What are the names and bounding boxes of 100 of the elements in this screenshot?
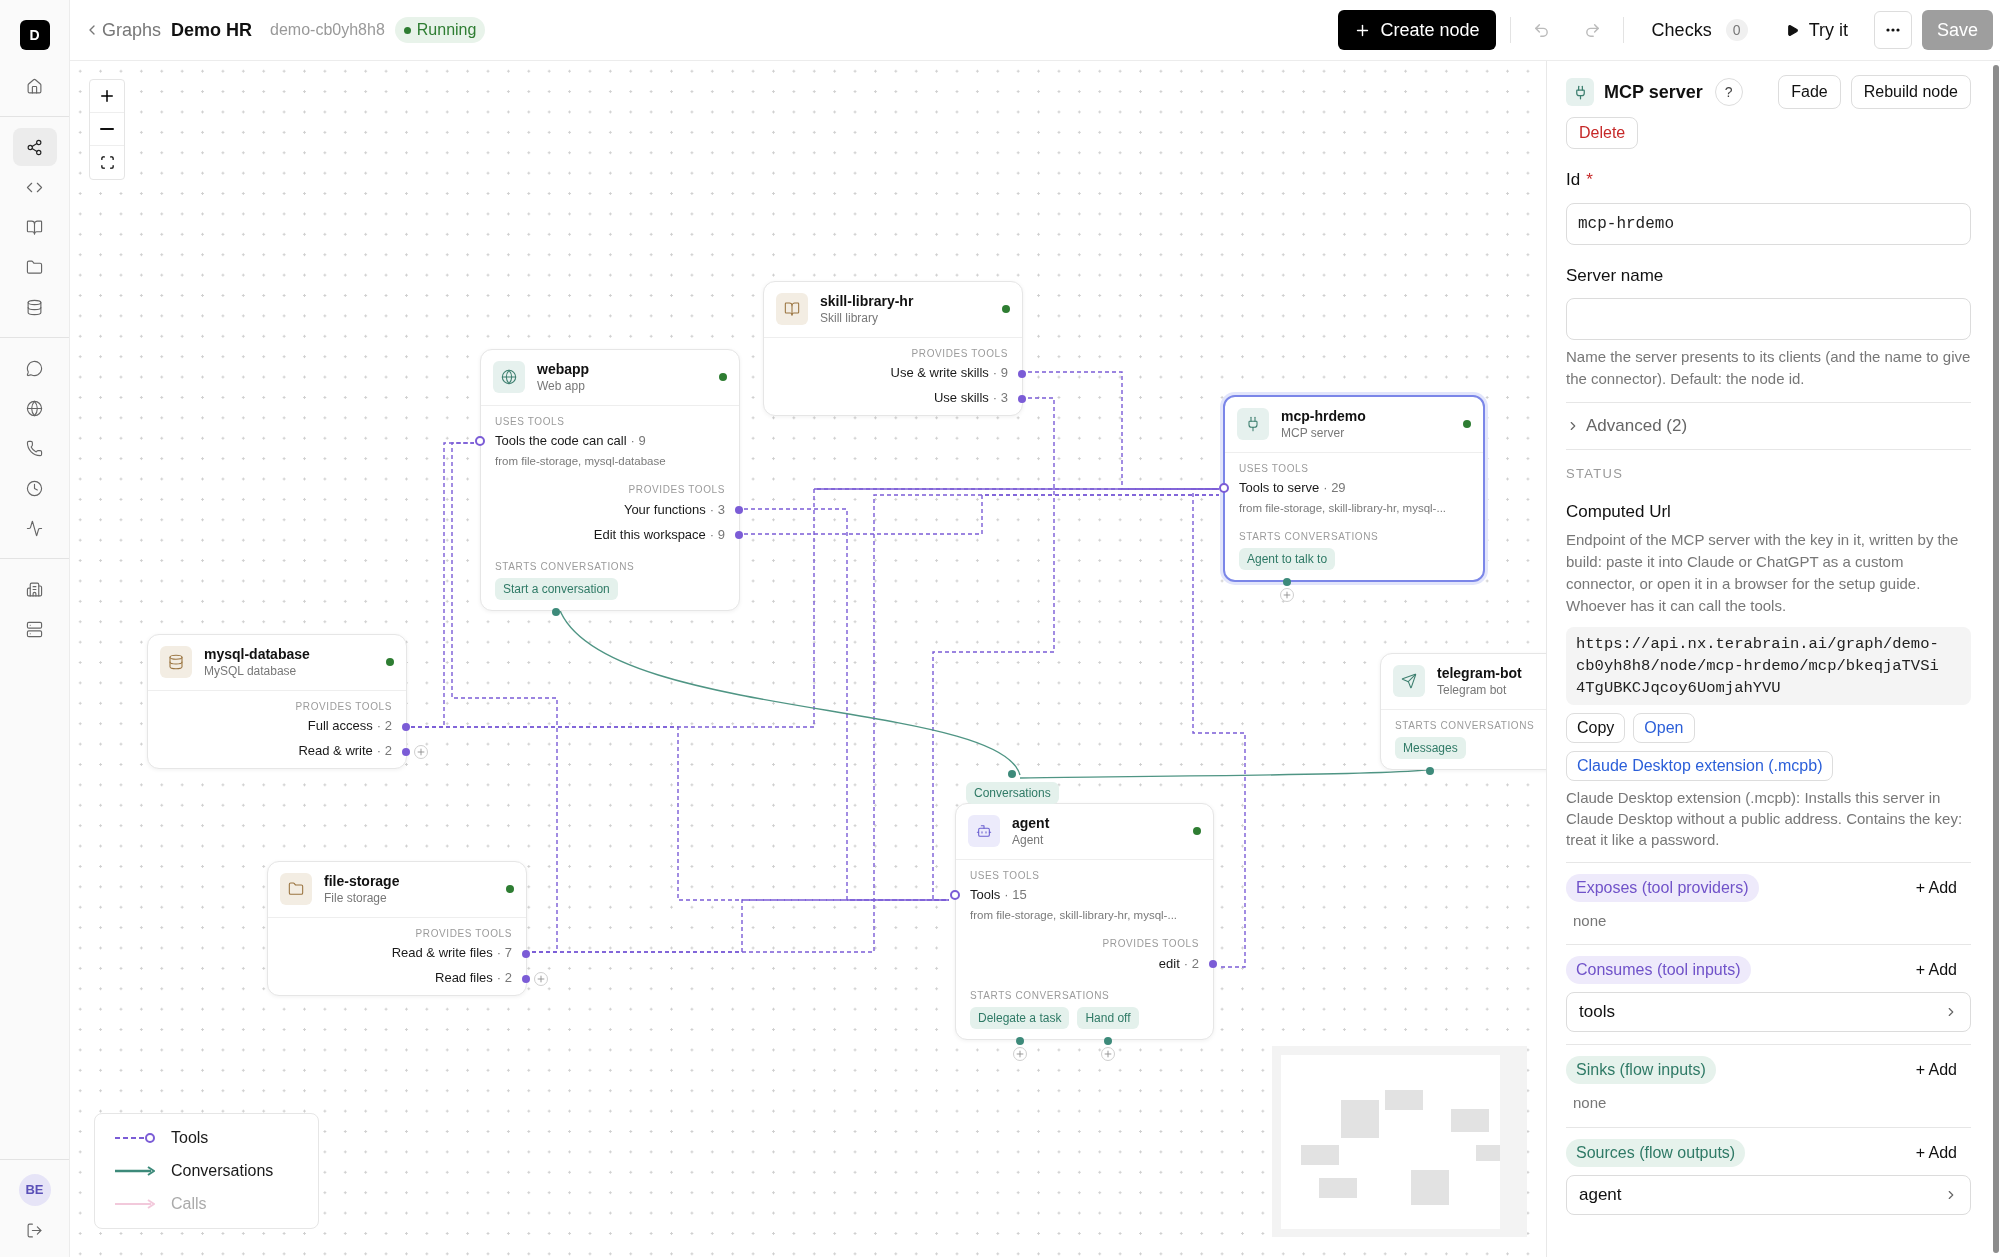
globe-icon [26,399,43,417]
port-sources: from file-storage, skill-library-hr, mysql-... [970,907,1179,923]
port-label: Tools to serve [1239,478,1320,497]
port-handle[interactable] [735,505,743,514]
phone-icon [26,439,43,457]
node-name: skill-library-hr [820,293,914,311]
port-label: Use & write skills [890,364,989,383]
create-node-button[interactable]: Create node [1337,10,1496,50]
node-type: Skill library [820,310,879,326]
add-button[interactable]: + Add [1915,958,1971,982]
port-label: Full access [307,717,373,736]
port-sources: from file-storage, skill-library-hr, mysql-... [1239,500,1448,516]
conversation-tag[interactable]: Hand off [1077,1006,1139,1029]
node-card[interactable] [1223,395,1485,582]
text-field[interactable] [1566,298,1971,340]
port-handle[interactable] [950,889,960,900]
connection-label: agent [1579,1183,1622,1206]
plus-icon [98,87,116,105]
conversation-tag[interactable]: Agent to talk to [1239,547,1336,570]
group-pill: Consumes (tool inputs) [1566,956,1751,984]
plus-icon [1102,1048,1113,1059]
connection-item[interactable]: tools [1566,992,1971,1032]
port-handle[interactable] [475,435,485,446]
paper-plane-icon [1401,673,1417,690]
port-handle[interactable] [1103,1036,1112,1045]
chat-icon [26,359,43,377]
port-count: · 2 [1183,954,1199,973]
more-icon [1885,28,1900,32]
port-handle[interactable] [522,974,530,983]
back-link[interactable]: Graphs [84,16,162,44]
port-count: · 2 [376,717,392,736]
plus-icon [1014,1048,1025,1059]
port-handle[interactable] [1219,482,1229,493]
node-type: Telegram bot [1437,682,1508,698]
checks-label[interactable]: Checks [1651,16,1712,44]
port-handle[interactable] [735,530,743,539]
section-heading: PROVIDES TOOLS [627,482,725,497]
scrollbar-thumb[interactable] [1993,65,1999,1253]
node-type: MCP server [1281,425,1346,441]
port-handle[interactable] [1426,766,1435,775]
conversation-tag[interactable]: Messages [1395,736,1466,759]
plug-icon [1245,416,1261,433]
port-handle[interactable] [1018,394,1026,403]
try-it-button[interactable]: Try it [1785,16,1848,44]
node-name: agent [1012,815,1050,833]
undo-icon [1532,21,1550,39]
app-logo[interactable]: D [19,20,50,50]
port-handle[interactable] [522,949,530,958]
port-label: Your functions [623,500,706,519]
port-handle[interactable] [1209,959,1217,968]
required-mark: * [1586,169,1593,191]
empty-text: none [1572,1093,1608,1113]
legend-label: Calls [171,1194,207,1214]
text-field[interactable]: mcp-hrdemo [1566,202,1971,245]
port-count: · 9 [992,364,1008,383]
section-heading: STARTS CONVERSATIONS [1239,529,1380,544]
port-handle[interactable] [1018,369,1026,378]
port-count: · 15 [1004,885,1027,904]
group-pill: Sources (flow outputs) [1566,1138,1746,1167]
play-icon [1785,23,1799,37]
panel-action-button[interactable]: Fade [1778,75,1841,109]
port-handle[interactable] [1008,770,1017,778]
logout-button[interactable] [26,1222,43,1239]
node-name: file-storage [324,873,400,891]
port-handle[interactable] [1283,577,1292,586]
advanced-toggle[interactable]: Advanced (2) [1566,403,1971,449]
extension-button[interactable]: Claude Desktop extension (.mcpb) [1566,750,1834,781]
server-icon [26,620,43,638]
field-hint: Name the server presents to its clients (and the name to give the connector). Default: the node id. [1566,347,1971,389]
folder-icon [288,881,304,898]
connection-item[interactable]: agent [1566,1174,1971,1215]
panel-action-button[interactable]: Rebuild node [1850,75,1971,109]
section-heading: STARTS CONVERSATIONS [970,988,1111,1003]
port-handle[interactable] [1015,1036,1024,1045]
database-icon [26,298,43,316]
port-label: Tools [970,885,1001,904]
logout-icon [26,1222,43,1239]
open-button[interactable]: Open [1633,712,1695,743]
database-icon [168,654,184,671]
port-handle[interactable] [402,722,410,731]
add-button[interactable]: + Add [1915,1058,1971,1082]
clock-icon [26,479,43,497]
more-button[interactable] [1873,11,1912,49]
checks-count: 0 [1725,19,1748,41]
graph-nav-button[interactable] [12,128,57,166]
node-name: mcp-hrdemo [1281,408,1366,426]
user-avatar[interactable]: BE [18,1174,51,1206]
port-handle[interactable] [402,747,410,756]
section-heading: STATUS [1566,464,1625,483]
copy-button[interactable]: Copy [1566,712,1626,743]
conversation-tag[interactable]: Start a conversation [495,577,618,600]
delete-button[interactable]: Delete [1566,117,1639,149]
home-icon [26,77,43,95]
graph-icon [26,138,43,156]
port-handle[interactable] [552,607,561,616]
status-title: Computed Url [1566,501,1672,523]
group-pill: Sinks (flow inputs) [1566,1056,1716,1084]
add-button[interactable]: + Add [1915,1140,1971,1165]
conversation-tag[interactable]: Delegate a task [970,1006,1070,1029]
add-button[interactable]: + Add [1915,875,1971,900]
